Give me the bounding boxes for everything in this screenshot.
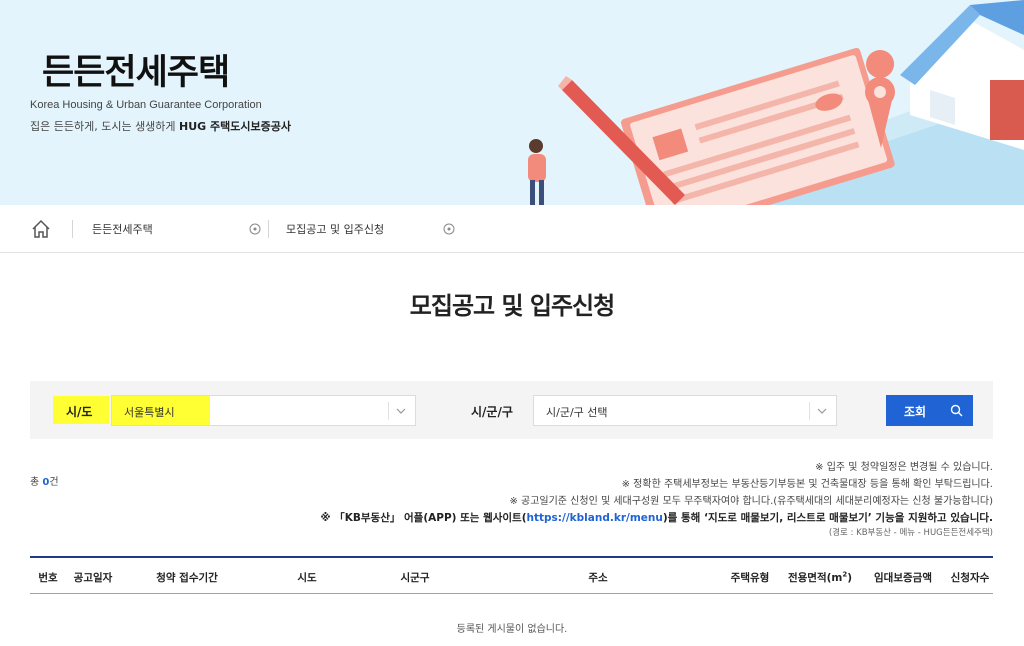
column-header-period: 청약 접수기간 [156, 572, 218, 584]
column-header-date: 공고일자 [73, 572, 113, 584]
breadcrumb-divider [268, 220, 269, 238]
notice-list: ※ 입주 및 청약일정은 변경될 수 있습니다. ※ 정확한 주택세부정보는 부… [320, 459, 993, 540]
banner-title: 든든전세주택 [42, 53, 230, 93]
select-divider [809, 402, 810, 420]
banner-subtitle-ko: 집은 든든하게, 도시는 생생하게 HUG 주택도시보증공사 [30, 118, 291, 134]
notice-item: ※ 입주 및 청약일정은 변경될 수 있습니다. [815, 462, 993, 473]
breadcrumb-item-recruitment[interactable]: 모집공고 및 입주신청 [286, 221, 384, 237]
search-button-label: 조회 [904, 405, 927, 419]
home-icon[interactable] [30, 218, 52, 240]
sido-select[interactable]: 서울특별시 [111, 395, 416, 426]
notice-item: ※ 공고일기준 신청인 및 세대구성원 모두 무주택자여야 합니다.(유주택세대… [509, 496, 993, 507]
area-close: ) [847, 572, 853, 584]
column-header-deposit: 임대보증금액 [874, 572, 932, 584]
chevron-down-icon [396, 408, 406, 414]
breadcrumb-divider [72, 220, 73, 238]
kb-path-note: (경로 : KB부동산 - 메뉴 - HUG든든전세주택) [828, 528, 993, 538]
kb-notice: ※ 「KB부동산」 어플(APP) 또는 웹사이트(https://kbland… [320, 510, 993, 527]
total-count: 총 0건 [30, 473, 59, 488]
total-suffix: 건 [49, 477, 59, 488]
area-label: 전용면적(m [787, 572, 843, 584]
sigungu-select-value: 시/군/구 선택 [546, 406, 608, 419]
chevron-down-icon [817, 408, 827, 414]
banner-slogan: 집은 든든하게, 도시는 생생하게 [30, 120, 180, 133]
total-prefix: 총 [30, 477, 43, 488]
column-header-number: 번호 [38, 572, 58, 584]
column-header-sido: 시도 [297, 572, 317, 584]
table-header: 번호 공고일자 청약 접수기간 시도 시군구 주소 주택유형 전용면적(m2) … [30, 556, 993, 594]
banner-brand: HUG 주택도시보증공사 [179, 120, 292, 133]
column-header-sigungu: 시군구 [400, 572, 430, 584]
sigungu-select[interactable]: 시/군/구 선택 [533, 395, 837, 426]
breadcrumb: 든든전세주택 모집공고 및 입주신청 [0, 205, 1024, 253]
select-divider [388, 402, 389, 420]
house-document-illustration [528, 0, 1024, 205]
column-header-housing-type: 주택유형 [730, 572, 770, 584]
column-header-applicants: 신청자수 [950, 572, 990, 584]
search-icon [950, 404, 963, 417]
search-button[interactable]: 조회 [886, 395, 973, 426]
kb-link[interactable]: https://kbland.kr/menu [527, 512, 663, 524]
breadcrumb-item-rental-housing[interactable]: 든든전세주택 [92, 221, 153, 237]
column-header-area: 전용면적(m2) [788, 570, 852, 585]
page-title: 모집공고 및 입주신청 [409, 292, 615, 320]
banner-subtitle-en: Korea Housing & Urban Guarantee Corporat… [30, 99, 262, 111]
kb-notice-text: ※ 「KB부동산」 어플(APP) 또는 웹사이트( [320, 512, 527, 524]
chevron-down-icon[interactable] [443, 223, 455, 235]
sigungu-label: 시/군/구 [471, 405, 513, 419]
notice-item: ※ 정확한 주택세부정보는 부동산등기부등본 및 건축물대장 등을 통해 확인 … [621, 479, 993, 490]
kb-notice-text: )를 통해 ‘지도로 매물보기, 리스트로 매물보기’ 기능을 지원하고 있습니… [662, 512, 993, 524]
empty-message: 등록된 게시물이 없습니다. [456, 624, 568, 635]
chevron-down-icon[interactable] [249, 223, 261, 235]
sido-label: 시/도 [66, 405, 93, 419]
hero-banner: 든든전세주택 Korea Housing & Urban Guarantee C… [0, 0, 1024, 205]
column-header-address: 주소 [588, 572, 608, 584]
sido-select-value: 서울특별시 [124, 406, 175, 419]
search-filter-bar: 시/도 서울특별시 시/군/구 시/군/구 선택 조회 [30, 381, 993, 439]
